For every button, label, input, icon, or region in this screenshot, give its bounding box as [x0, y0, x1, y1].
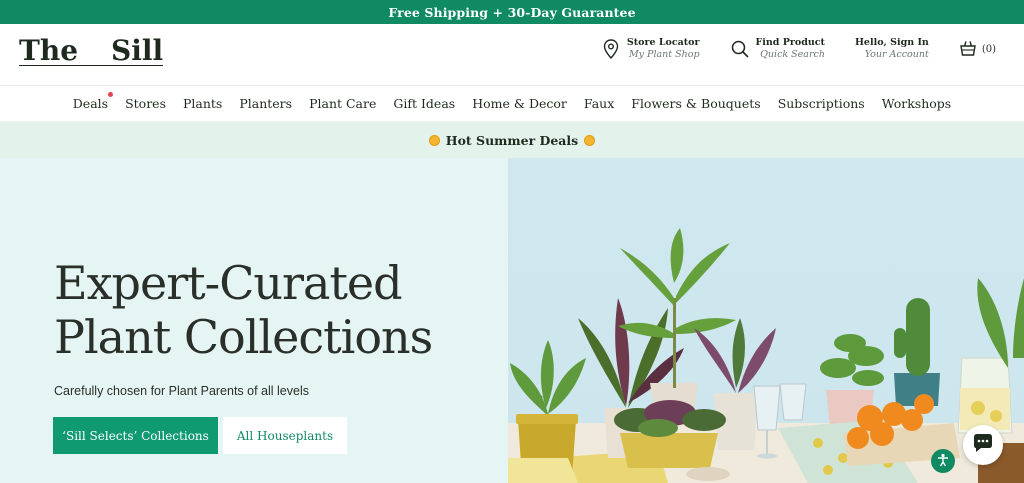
hero-title-line1: Expert-Curated: [54, 256, 403, 310]
nav-item-workshops[interactable]: Workshops: [882, 96, 951, 111]
nav-item-plant-care[interactable]: Plant Care: [309, 96, 376, 111]
sun-icon: [428, 134, 440, 146]
nav-item-stores[interactable]: Stores: [125, 96, 166, 111]
basket-icon: [959, 39, 979, 59]
account-title: Hello, Sign In: [854, 37, 929, 48]
plants-illustration: [508, 228, 1024, 483]
main-navigation: Deals Stores Plants Planters Plant Care …: [0, 86, 1024, 122]
all-houseplants-button[interactable]: All Houseplants: [223, 417, 347, 454]
hero-section: Expert-Curated Plant Collections Careful…: [0, 158, 1024, 483]
find-product-link[interactable]: Find Product Quick Search: [730, 37, 825, 61]
store-locator-link[interactable]: Store Locator My Plant Shop: [601, 37, 700, 61]
nav-item-planters[interactable]: Planters: [239, 96, 292, 111]
nav-label: Deals: [72, 96, 109, 111]
store-locator-subtitle: My Plant Shop: [628, 49, 700, 60]
nav-item-flowers-bouquets[interactable]: Flowers & Bouquets: [631, 96, 760, 111]
sill-selects-button[interactable]: ‘Sill Selects’ Collections: [53, 417, 218, 454]
site-header: The Sill Store Locator My Plant Shop Fin…: [0, 24, 1024, 86]
hero-text-panel: Expert-Curated Plant Collections Careful…: [0, 158, 508, 483]
announcement-text: Free Shipping + 30-Day Guarantee: [388, 4, 636, 20]
cart-count: (0): [981, 43, 996, 55]
find-product-title: Find Product: [755, 37, 825, 48]
accessibility-button[interactable]: [931, 449, 955, 473]
account-link[interactable]: Hello, Sign In Your Account: [855, 37, 929, 61]
find-product-subtitle: Quick Search: [760, 49, 825, 60]
announcement-bar[interactable]: Free Shipping + 30-Day Guarantee: [0, 0, 1024, 24]
nav-item-gift-ideas[interactable]: Gift Ideas: [393, 96, 455, 111]
site-logo[interactable]: The Sill: [19, 34, 164, 67]
nav-item-home-decor[interactable]: Home & Decor: [472, 96, 567, 111]
logo-word-the: The: [19, 34, 79, 67]
nav-item-faux[interactable]: Faux: [584, 96, 614, 111]
hero-image: [508, 158, 1024, 483]
search-icon: [730, 39, 750, 59]
nav-item-deals[interactable]: Deals: [72, 92, 114, 111]
deals-badge-dot: [108, 92, 114, 97]
hero-title: Expert-Curated Plant Collections: [54, 256, 433, 364]
account-subtitle: Your Account: [864, 49, 929, 60]
promo-banner[interactable]: Hot Summer Deals: [0, 122, 1024, 158]
hero-subtitle: Carefully chosen for Plant Parents of al…: [54, 384, 309, 398]
header-actions: Store Locator My Plant Shop Find Product…: [571, 37, 996, 61]
logo-word-sill: Sill: [111, 34, 164, 67]
hero-title-line2: Plant Collections: [54, 310, 433, 364]
chat-button[interactable]: [963, 425, 1003, 465]
cart-button[interactable]: (0): [959, 39, 996, 59]
nav-item-subscriptions[interactable]: Subscriptions: [778, 96, 865, 111]
promo-text: Hot Summer Deals: [445, 132, 579, 148]
nav-item-plants[interactable]: Plants: [183, 96, 222, 111]
accessibility-icon: [936, 452, 950, 471]
store-locator-title: Store Locator: [626, 37, 700, 48]
chat-icon: [972, 433, 994, 457]
map-pin-icon: [601, 39, 621, 59]
sun-icon: [584, 134, 596, 146]
